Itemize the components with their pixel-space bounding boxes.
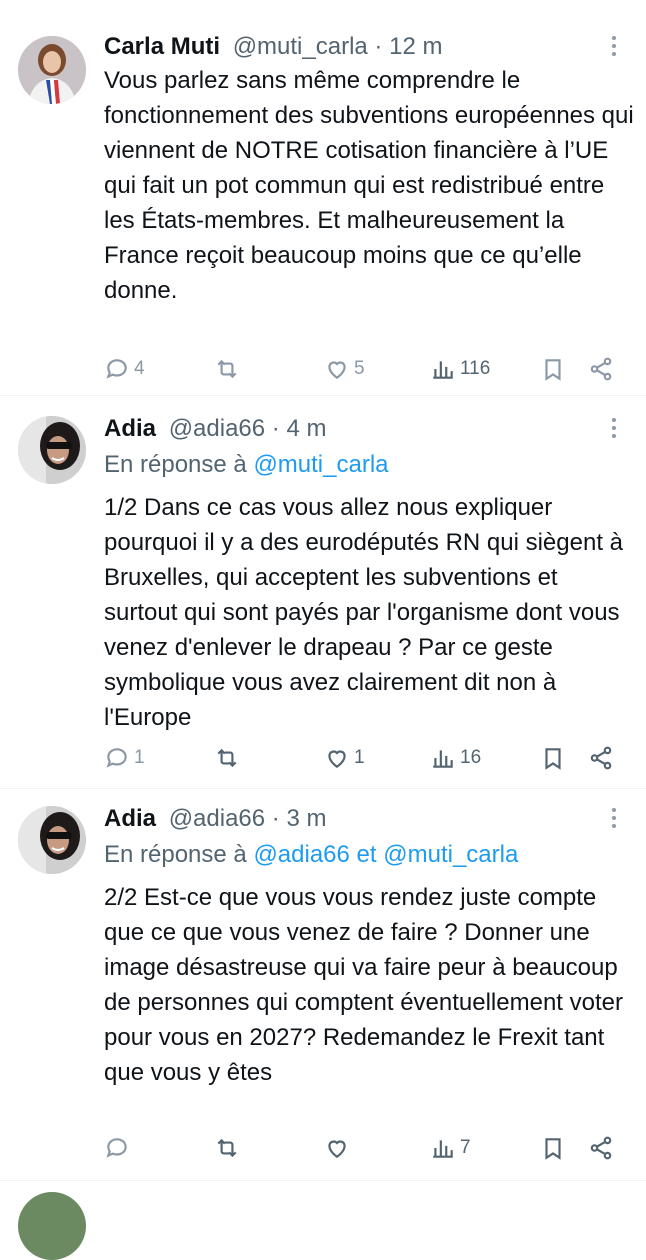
share-icon <box>590 746 612 770</box>
reply-prefix: En réponse à <box>104 841 254 868</box>
author-name[interactable]: Adia <box>104 415 156 442</box>
author-handle[interactable]: @muti_carla <box>233 33 368 60</box>
views-button[interactable]: 16 <box>430 742 481 774</box>
avatar-image <box>18 806 86 874</box>
heart-icon <box>328 750 346 768</box>
avatar[interactable] <box>18 806 86 874</box>
timestamp[interactable]: 12 m <box>389 33 442 60</box>
views-icon <box>433 1140 453 1158</box>
views-count: 16 <box>460 747 482 768</box>
share-icon <box>590 1136 612 1160</box>
retweet-icon <box>217 748 237 768</box>
heart-icon <box>328 1140 346 1158</box>
views-button[interactable]: 116 <box>430 353 490 385</box>
separator-dot: · <box>265 415 287 442</box>
like-button[interactable]: 1 <box>324 742 365 774</box>
more-icon[interactable] <box>602 416 626 440</box>
reply-icon <box>106 359 127 379</box>
avatar[interactable] <box>18 1192 86 1260</box>
reply-prefix: En réponse à <box>104 451 254 478</box>
avatar[interactable] <box>18 36 86 104</box>
divider <box>0 1180 646 1181</box>
retweet-icon <box>217 359 237 379</box>
views-button[interactable]: 7 <box>430 1132 471 1164</box>
share-button[interactable] <box>588 1132 614 1164</box>
reply-context: En réponse à @muti_carla <box>104 450 389 480</box>
reply-icon <box>106 748 127 768</box>
divider <box>0 788 646 789</box>
reply-mention-link[interactable]: @adia66 <box>253 841 349 868</box>
timestamp[interactable]: 4 m <box>286 415 326 442</box>
share-icon <box>590 357 612 381</box>
share-button[interactable] <box>588 353 614 385</box>
reply-joiner: et <box>349 841 384 868</box>
views-icon <box>433 750 453 768</box>
views-count: 116 <box>460 358 491 379</box>
timestamp[interactable]: 3 m <box>286 805 326 832</box>
more-icon[interactable] <box>602 34 626 58</box>
reply-mention-link[interactable]: @muti_carla <box>253 451 388 478</box>
tweet-header: Carla Muti @muti_carla · 12 m <box>104 32 442 62</box>
reply-button[interactable] <box>104 1132 134 1164</box>
reply-count: 4 <box>134 358 145 379</box>
reply-button[interactable]: 4 <box>104 353 145 385</box>
author-handle[interactable]: @adia66 <box>169 805 265 832</box>
author-name[interactable]: Adia <box>104 805 156 832</box>
tweet-text-content: Vous parlez sans même comprendre le fonc… <box>104 67 634 304</box>
more-icon[interactable] <box>602 806 626 830</box>
bookmark-button[interactable] <box>540 742 566 774</box>
tweet-text-content: 2/2 Est-ce que vous vous rendez juste co… <box>104 884 623 1086</box>
views-count: 7 <box>460 1137 471 1158</box>
action-bar: 4 5 116 <box>104 353 624 385</box>
retweet-button[interactable] <box>214 1132 244 1164</box>
like-count: 5 <box>354 358 365 379</box>
reply-mention-link[interactable]: @muti_carla <box>383 841 518 868</box>
reply-button[interactable]: 1 <box>104 742 145 774</box>
author-handle[interactable]: @adia66 <box>169 415 265 442</box>
tweet-text: Vous parlez sans même comprendre le fonc… <box>104 63 634 308</box>
like-count: 1 <box>354 747 365 768</box>
reply-icon <box>106 1138 127 1158</box>
author-name[interactable]: Carla Muti <box>104 33 220 60</box>
divider <box>0 395 646 396</box>
tweet-text: 2/2 Est-ce que vous vous rendez juste co… <box>104 880 634 1090</box>
bookmark-button[interactable] <box>540 353 566 385</box>
retweet-button[interactable] <box>214 742 244 774</box>
share-button[interactable] <box>588 742 614 774</box>
avatar-image <box>18 36 86 104</box>
avatar-image <box>18 416 86 484</box>
reply-count: 1 <box>134 747 145 768</box>
retweet-button[interactable] <box>214 353 244 385</box>
retweet-icon <box>217 1138 237 1158</box>
bookmark-icon <box>545 748 561 770</box>
reply-context: En réponse à @adia66 et @muti_carla <box>104 840 518 870</box>
action-bar: 1 1 16 <box>104 742 624 774</box>
views-icon <box>433 361 453 379</box>
bookmark-icon <box>545 359 561 381</box>
separator-dot: · <box>265 805 287 832</box>
tweet-header: Adia @adia66 · 4 m <box>104 414 326 444</box>
action-bar: 7 <box>104 1132 624 1164</box>
tweet-text-content: 1/2 Dans ce cas vous allez nous explique… <box>104 494 623 731</box>
avatar[interactable] <box>18 416 86 484</box>
tweet-text: 1/2 Dans ce cas vous allez nous explique… <box>104 490 634 735</box>
separator-dot: · <box>367 33 390 60</box>
bookmark-button[interactable] <box>540 1132 566 1164</box>
bookmark-icon <box>545 1138 561 1160</box>
tweet-header: Adia @adia66 · 3 m <box>104 804 326 834</box>
like-button[interactable]: 5 <box>324 353 365 385</box>
like-button[interactable] <box>324 1132 354 1164</box>
heart-icon <box>328 361 346 379</box>
